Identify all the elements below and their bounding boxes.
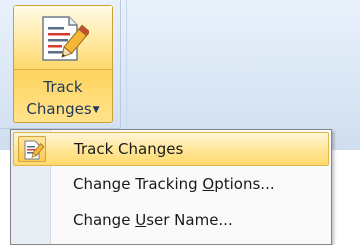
track-changes-icon	[42, 16, 89, 61]
track-changes-split-button[interactable]: Track Changes▼	[13, 5, 113, 123]
menu-item-label: Change User Name...	[73, 211, 233, 229]
track-changes-label-line1: Track	[43, 78, 83, 96]
menu-item-change-tracking-options[interactable]: Change Tracking Options...	[13, 168, 329, 202]
track-changes-button-top[interactable]	[14, 6, 112, 70]
track-changes-dropdown-menu: Track Changes Change Tracking Options...…	[10, 129, 332, 245]
track-changes-label-text: Changes	[26, 100, 92, 118]
dropdown-caret-icon: ▼	[92, 105, 100, 115]
menu-item-change-user-name[interactable]: Change User Name...	[13, 204, 329, 238]
menu-item-label: Change Tracking Options...	[73, 175, 275, 193]
track-changes-label-line2[interactable]: Changes▼	[14, 100, 112, 119]
ribbon-divider	[120, 0, 121, 128]
menu-item-label: Track Changes	[74, 140, 184, 158]
ribbon-divider	[126, 0, 127, 128]
menu-item-track-changes[interactable]: Track Changes	[13, 132, 329, 166]
track-changes-icon	[18, 136, 46, 162]
